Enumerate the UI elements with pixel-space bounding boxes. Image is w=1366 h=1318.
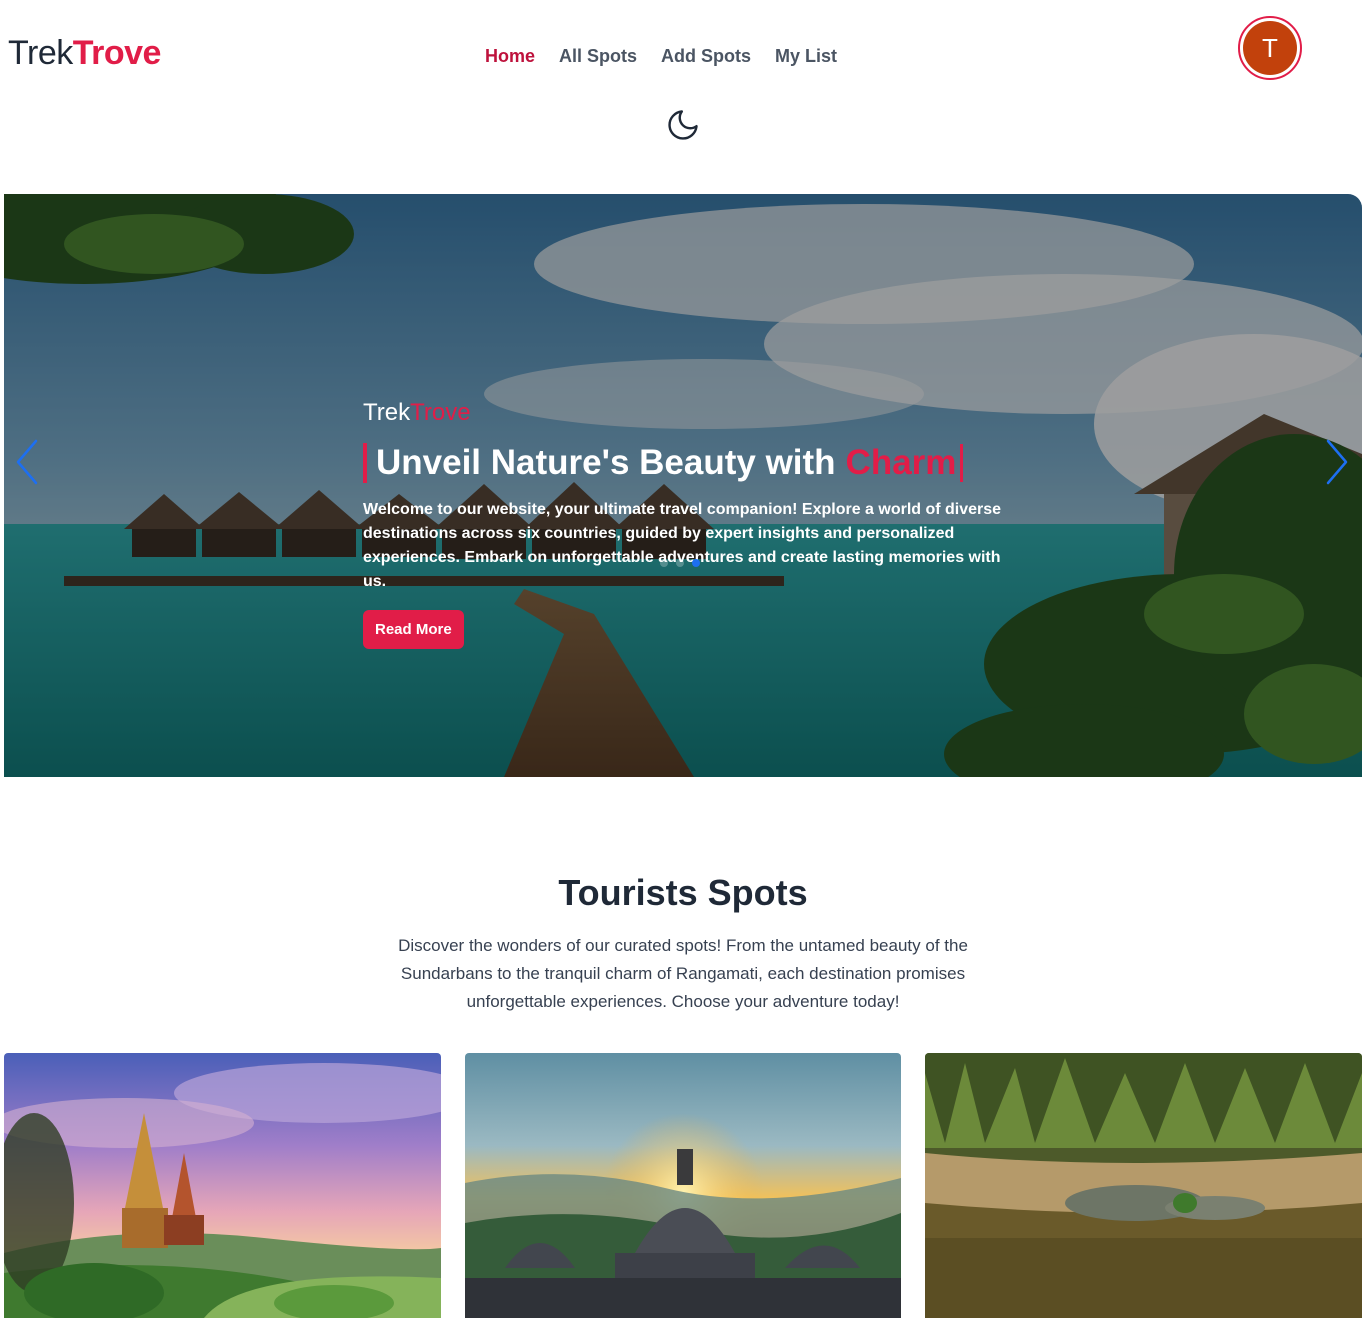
hero-content: TrekTrove Unveil Nature's Beauty with Ch… <box>363 398 1013 649</box>
logo-trove: Trove <box>72 34 162 72</box>
section-title: Tourists Spots <box>558 872 808 913</box>
nav-my-list[interactable]: My List <box>775 46 837 67</box>
hero-brand-trek: Trek <box>363 399 411 426</box>
spot-card-image[interactable] <box>465 1053 901 1318</box>
slider-dot-3[interactable] <box>692 559 700 567</box>
title-bar <box>363 443 367 483</box>
site-logo[interactable]: TrekTrove <box>8 36 161 70</box>
main-nav: Home All Spots Add Spots My List <box>485 46 837 67</box>
read-more-button[interactable]: Read More <box>363 610 464 649</box>
slider-dot-1[interactable] <box>660 559 668 567</box>
spot-card-image[interactable] <box>925 1053 1362 1318</box>
user-avatar-button[interactable]: T <box>1238 16 1302 80</box>
chevron-right-icon <box>1326 439 1348 485</box>
chevron-left-icon <box>16 439 38 485</box>
spot-image <box>4 1053 441 1318</box>
theme-toggle-button[interactable] <box>664 106 702 144</box>
nav-add-spots[interactable]: Add Spots <box>661 46 751 67</box>
hero-title: Unveil Nature's Beauty with Charm <box>363 442 1013 484</box>
spot-image <box>925 1053 1362 1318</box>
logo-trek: Trek <box>8 34 73 72</box>
moon-icon <box>668 110 698 140</box>
hero-brand-trove: Trove <box>410 399 471 426</box>
section-description: Discover the wonders of our curated spot… <box>398 936 968 1011</box>
hero-title-accent: Charm <box>845 443 957 482</box>
nav-home[interactable]: Home <box>485 46 535 67</box>
hero-title-text: Unveil Nature's Beauty with <box>376 443 836 482</box>
spot-image <box>465 1053 901 1318</box>
spot-card-image[interactable] <box>4 1053 441 1318</box>
avatar: T <box>1243 21 1297 75</box>
slider-prev-button[interactable] <box>12 436 42 488</box>
nav-all-spots[interactable]: All Spots <box>559 46 637 67</box>
slider-pagination <box>660 559 700 567</box>
slider-dot-2[interactable] <box>676 559 684 567</box>
hero-brand: TrekTrove <box>363 398 1013 428</box>
typing-cursor <box>960 444 964 482</box>
hero-description: Welcome to our website, your ultimate tr… <box>363 501 1002 590</box>
slider-next-button[interactable] <box>1322 436 1352 488</box>
